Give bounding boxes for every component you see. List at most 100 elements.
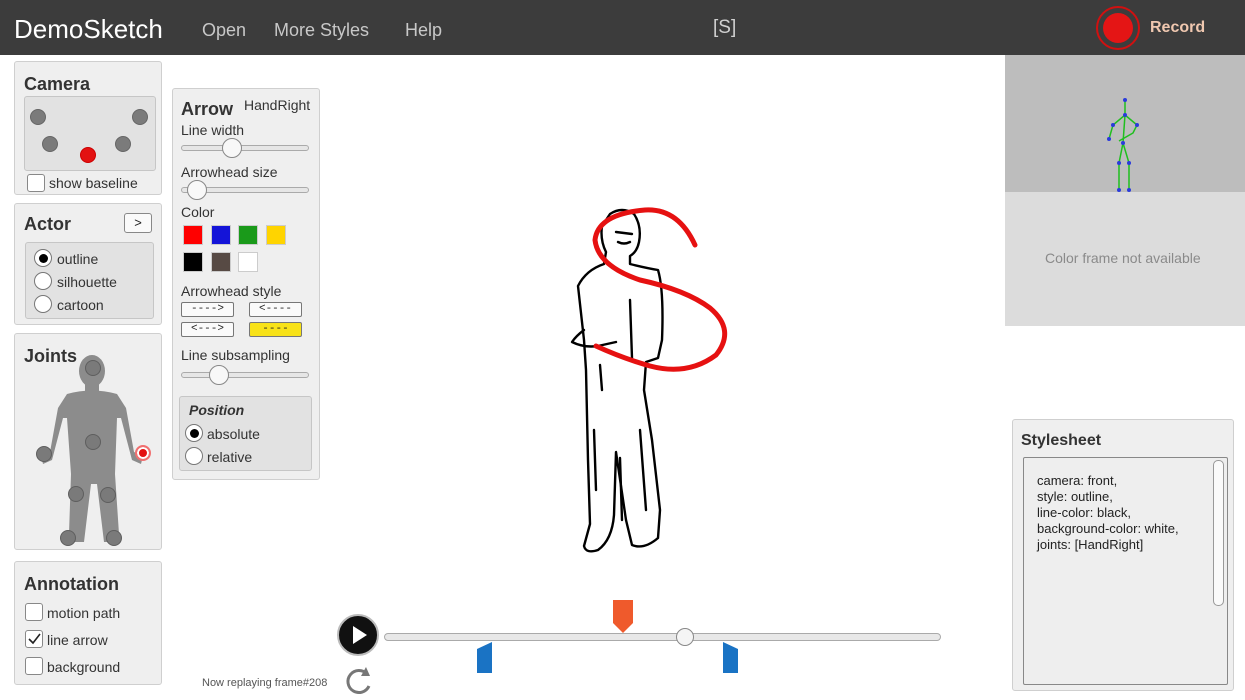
arrowhead-size-label: Arrowhead size [181, 164, 278, 180]
actor-silhouette-label: silhouette [57, 274, 117, 290]
position-group: Position absolute relative [179, 396, 312, 471]
stylesheet-line: style: outline, [1037, 489, 1113, 504]
actor-style-group: outline silhouette cartoon [25, 242, 154, 319]
record-label[interactable]: Record [1150, 19, 1205, 37]
skeleton-icon [1107, 98, 1139, 192]
play-icon [353, 626, 367, 644]
arrowhead-forward-button[interactable]: ----> [181, 302, 234, 317]
stylesheet-line: joints: [HandRight] [1037, 537, 1144, 552]
timeline-track[interactable] [384, 633, 941, 641]
position-title: Position [189, 402, 245, 418]
timeline-playhead[interactable] [676, 628, 694, 646]
line-width-label: Line width [181, 122, 245, 138]
actor-title: Actor [24, 214, 72, 234]
stylesheet-panel: Stylesheet camera: front, style: outline… [1012, 419, 1234, 691]
color-frame-unavailable-text: Color frame not available [1045, 250, 1201, 266]
joint-foot-left[interactable] [60, 530, 76, 546]
line-subsampling-label: Line subsampling [181, 347, 290, 363]
show-baseline-checkbox[interactable] [27, 174, 45, 192]
color-swatch-white[interactable] [238, 252, 258, 272]
color-swatch-green[interactable] [238, 225, 258, 245]
joint-knee-left[interactable] [68, 486, 84, 502]
show-baseline-label: show baseline [49, 175, 138, 191]
stylesheet-line: camera: front, [1037, 473, 1118, 488]
actor-cartoon-label: cartoon [57, 297, 104, 313]
line-width-slider[interactable] [181, 145, 309, 151]
arrowhead-size-knob[interactable] [187, 180, 207, 200]
record-button[interactable] [1096, 6, 1140, 50]
joint-head[interactable] [85, 360, 101, 376]
color-swatch-yellow[interactable] [266, 225, 286, 245]
color-swatch-black[interactable] [183, 252, 203, 272]
stylesheet-textarea[interactable]: camera: front, style: outline, line-colo… [1023, 457, 1228, 685]
camera-position-2[interactable] [132, 109, 148, 125]
joint-knee-right[interactable] [100, 487, 116, 503]
position-absolute-radio[interactable] [185, 424, 203, 442]
background-checkbox[interactable] [25, 657, 43, 675]
range-end-marker-icon[interactable] [722, 641, 740, 674]
arrow-panel: Arrow HandRight Line width Arrowhead siz… [172, 88, 320, 480]
arrowhead-backward-button[interactable]: <---- [249, 302, 302, 317]
arrowhead-style-label: Arrowhead style [181, 283, 282, 299]
camera-position-4[interactable] [115, 136, 131, 152]
color-swatch-red[interactable] [183, 225, 203, 245]
checkmark-icon [28, 633, 41, 645]
mode-shortcut: [S] [713, 17, 737, 38]
actor-cartoon-radio[interactable] [34, 295, 52, 313]
arrow-joint-name: HandRight [244, 97, 311, 113]
actor-silhouette-radio[interactable] [34, 272, 52, 290]
app-brand: DemoSketch [14, 14, 163, 44]
annotation-panel: Annotation motion path line arrow backgr… [14, 561, 162, 685]
stylesheet-line: line-color: black, [1037, 505, 1131, 520]
camera-title: Camera [24, 74, 91, 94]
arrow-title: Arrow [181, 99, 234, 119]
stylesheet-scrollbar[interactable] [1213, 460, 1224, 606]
actor-panel: Actor > outline silhouette cartoon [14, 203, 162, 325]
line-arrow-checkbox[interactable] [25, 630, 43, 648]
replay-status-text: Now replaying frame#208 [202, 677, 328, 689]
annotation-title: Annotation [24, 574, 119, 594]
joint-hand-right[interactable] [135, 445, 151, 461]
line-width-knob[interactable] [222, 138, 242, 158]
current-frame-marker-icon[interactable] [612, 599, 634, 634]
arrowhead-none-button[interactable]: ---- [249, 322, 302, 337]
color-frame-preview: Color frame not available [1005, 192, 1245, 326]
motion-path-label: motion path [47, 605, 121, 621]
line-arrow-label: line arrow [47, 632, 108, 648]
joints-panel: Joints [14, 333, 162, 550]
arrowhead-both-button[interactable]: <---> [181, 322, 234, 337]
play-button[interactable] [337, 614, 379, 656]
skeleton-preview [1005, 55, 1245, 192]
stylesheet-line: background-color: white, [1037, 521, 1179, 536]
range-start-marker-icon[interactable] [476, 641, 494, 674]
record-icon [1103, 13, 1133, 43]
joint-spine[interactable] [85, 434, 101, 450]
joint-hand-left[interactable] [36, 446, 52, 462]
replay-loop-icon[interactable] [340, 662, 378, 700]
camera-position-3[interactable] [42, 136, 58, 152]
background-label: background [47, 659, 121, 675]
joint-foot-right[interactable] [106, 530, 122, 546]
position-relative-label: relative [207, 449, 253, 465]
top-bar: DemoSketch Open More Styles Help [S] Rec… [0, 0, 1245, 55]
position-absolute-label: absolute [207, 426, 260, 442]
color-swatch-brown[interactable] [211, 252, 231, 272]
menu-help[interactable]: Help [405, 20, 442, 41]
actor-outline-radio[interactable] [34, 249, 52, 267]
camera-position-front[interactable] [80, 147, 96, 163]
menu-more-styles[interactable]: More Styles [274, 20, 369, 41]
actor-next-button[interactable]: > [124, 213, 152, 233]
stylesheet-title: Stylesheet [1021, 432, 1102, 449]
camera-position-1[interactable] [30, 109, 46, 125]
menu-open[interactable]: Open [202, 20, 246, 41]
camera-panel: Camera show baseline [14, 61, 162, 195]
line-subsampling-knob[interactable] [209, 365, 229, 385]
actor-outline-label: outline [57, 251, 99, 267]
position-relative-radio[interactable] [185, 447, 203, 465]
color-swatch-blue[interactable] [211, 225, 231, 245]
line-subsampling-slider[interactable] [181, 372, 309, 378]
actor-outline-figure [570, 207, 728, 553]
color-label: Color [181, 204, 215, 220]
camera-selector [24, 96, 156, 171]
motion-path-checkbox[interactable] [25, 603, 43, 621]
